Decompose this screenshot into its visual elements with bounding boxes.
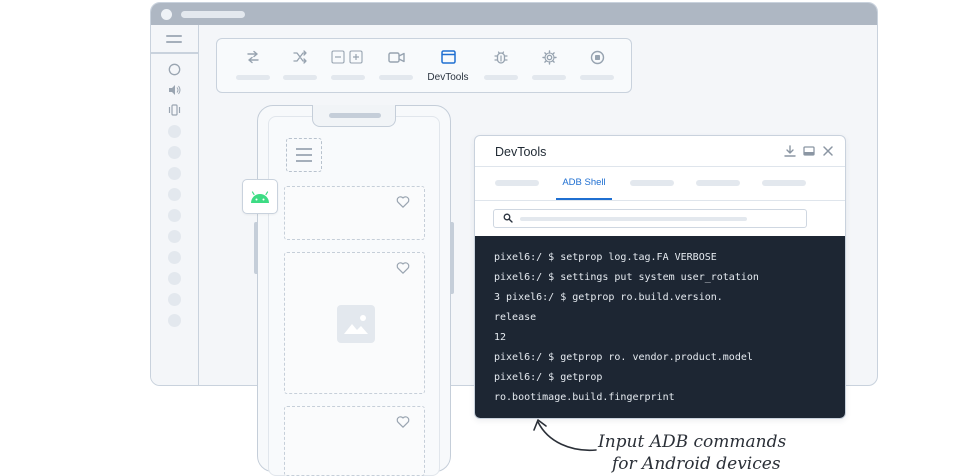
download-icon[interactable] [783, 144, 797, 158]
dock-icon[interactable] [802, 144, 816, 158]
tab-placeholder[interactable] [762, 180, 806, 186]
sidebar-placeholder[interactable] [168, 167, 181, 180]
android-icon [251, 190, 269, 203]
window-dot[interactable] [161, 9, 172, 20]
phone-notch [312, 105, 396, 127]
toolbar-swap-button[interactable] [229, 39, 277, 91]
toolbar-zoom-button[interactable] [324, 39, 372, 91]
toolbar-label-placeholder [283, 75, 317, 80]
terminal-line: pixel6:/ $ getprop [494, 372, 603, 383]
devtools-title: DevTools [495, 145, 547, 159]
image-placeholder-icon [337, 305, 375, 343]
sidebar-placeholder[interactable] [168, 146, 181, 159]
toolbar-label-placeholder [484, 75, 518, 80]
zoom-minus-plus-icon [324, 48, 372, 66]
emulator-toolbar: DevTools [216, 38, 632, 93]
list-item[interactable] [284, 186, 425, 240]
sidebar-placeholder[interactable] [168, 314, 181, 327]
volume-icon[interactable] [166, 82, 182, 98]
search-input[interactable] [493, 209, 807, 228]
shuffle-icon [276, 48, 324, 66]
tab-placeholder[interactable] [696, 180, 740, 186]
bug-icon [477, 48, 525, 66]
adb-terminal[interactable]: pixel6:/ $ setprop log.tag.FA VERBOSE pi… [475, 236, 845, 418]
devtools-divider [475, 166, 845, 167]
terminal-line: 12 [494, 332, 507, 343]
sidebar-placeholder[interactable] [168, 230, 181, 243]
power-icon[interactable] [166, 61, 182, 77]
video-camera-icon [372, 48, 420, 66]
menu-icon[interactable] [286, 138, 322, 172]
heart-icon[interactable] [396, 415, 410, 429]
swap-arrows-icon [229, 48, 277, 66]
terminal-line: pixel6:/ $ getprop ro. vendor.product.mo… [494, 352, 753, 363]
toolbar-shuffle-button[interactable] [276, 39, 324, 91]
sidebar-placeholder[interactable] [168, 125, 181, 138]
sidebar-placeholder[interactable] [168, 272, 181, 285]
sidebar-placeholder[interactable] [168, 188, 181, 201]
toolbar-record-button[interactable] [372, 39, 420, 91]
close-icon[interactable] [821, 144, 835, 158]
tab-placeholder[interactable] [630, 180, 674, 186]
stop-icon [573, 48, 621, 66]
window-title-placeholder [181, 11, 245, 18]
terminal-line: release [494, 312, 537, 323]
sidebar-placeholder[interactable] [168, 251, 181, 264]
toolbar-label-placeholder [236, 75, 270, 80]
android-badge [242, 179, 278, 214]
terminal-line: ro.bootimage.build.fingerprint [494, 392, 675, 403]
sidebar-placeholder[interactable] [168, 293, 181, 306]
toolbar-settings-button[interactable] [525, 39, 573, 91]
toolbar-stop-button[interactable] [573, 39, 621, 91]
terminal-line: pixel6:/ $ settings put system user_rota… [494, 272, 759, 283]
window-icon [424, 48, 472, 66]
devtools-label: DevTools [427, 72, 469, 83]
devtools-divider [475, 200, 845, 201]
search-icon [503, 213, 513, 223]
toolbar-label-placeholder [532, 75, 566, 80]
vibrate-icon[interactable] [166, 102, 182, 118]
list-item[interactable] [284, 252, 425, 394]
toolbar-devtools-button[interactable]: DevTools [424, 39, 472, 91]
sidebar-divider [151, 52, 199, 54]
tab-adb-shell[interactable]: ADB Shell [556, 177, 612, 188]
annotation-arrow-icon [533, 419, 597, 452]
search-placeholder [520, 217, 747, 221]
caption-line-1: Input ADB commands [598, 432, 787, 452]
toolbar-label-placeholder [331, 75, 365, 80]
toolbar-label-placeholder [580, 75, 614, 80]
gear-icon [525, 48, 573, 66]
devtools-panel: DevTools ADB Shell pixel6:/ $ setprop lo… [474, 135, 846, 419]
heart-icon[interactable] [396, 261, 410, 275]
tab-placeholder[interactable] [495, 180, 539, 186]
list-item[interactable] [284, 406, 425, 476]
sidebar-placeholder[interactable] [168, 209, 181, 222]
terminal-line: pixel6:/ $ setprop log.tag.FA VERBOSE [494, 252, 717, 263]
caption-line-2: for Android devices [612, 454, 781, 474]
heart-icon[interactable] [396, 195, 410, 209]
toolbar-label-placeholder [379, 75, 413, 80]
menu-icon[interactable] [166, 34, 182, 44]
android-phone [257, 105, 451, 476]
terminal-line: 3 pixel6:/ $ getprop ro.build.version. [494, 292, 723, 303]
sidebar [151, 25, 199, 385]
title-bar [151, 3, 877, 25]
toolbar-debug-button[interactable] [477, 39, 525, 91]
